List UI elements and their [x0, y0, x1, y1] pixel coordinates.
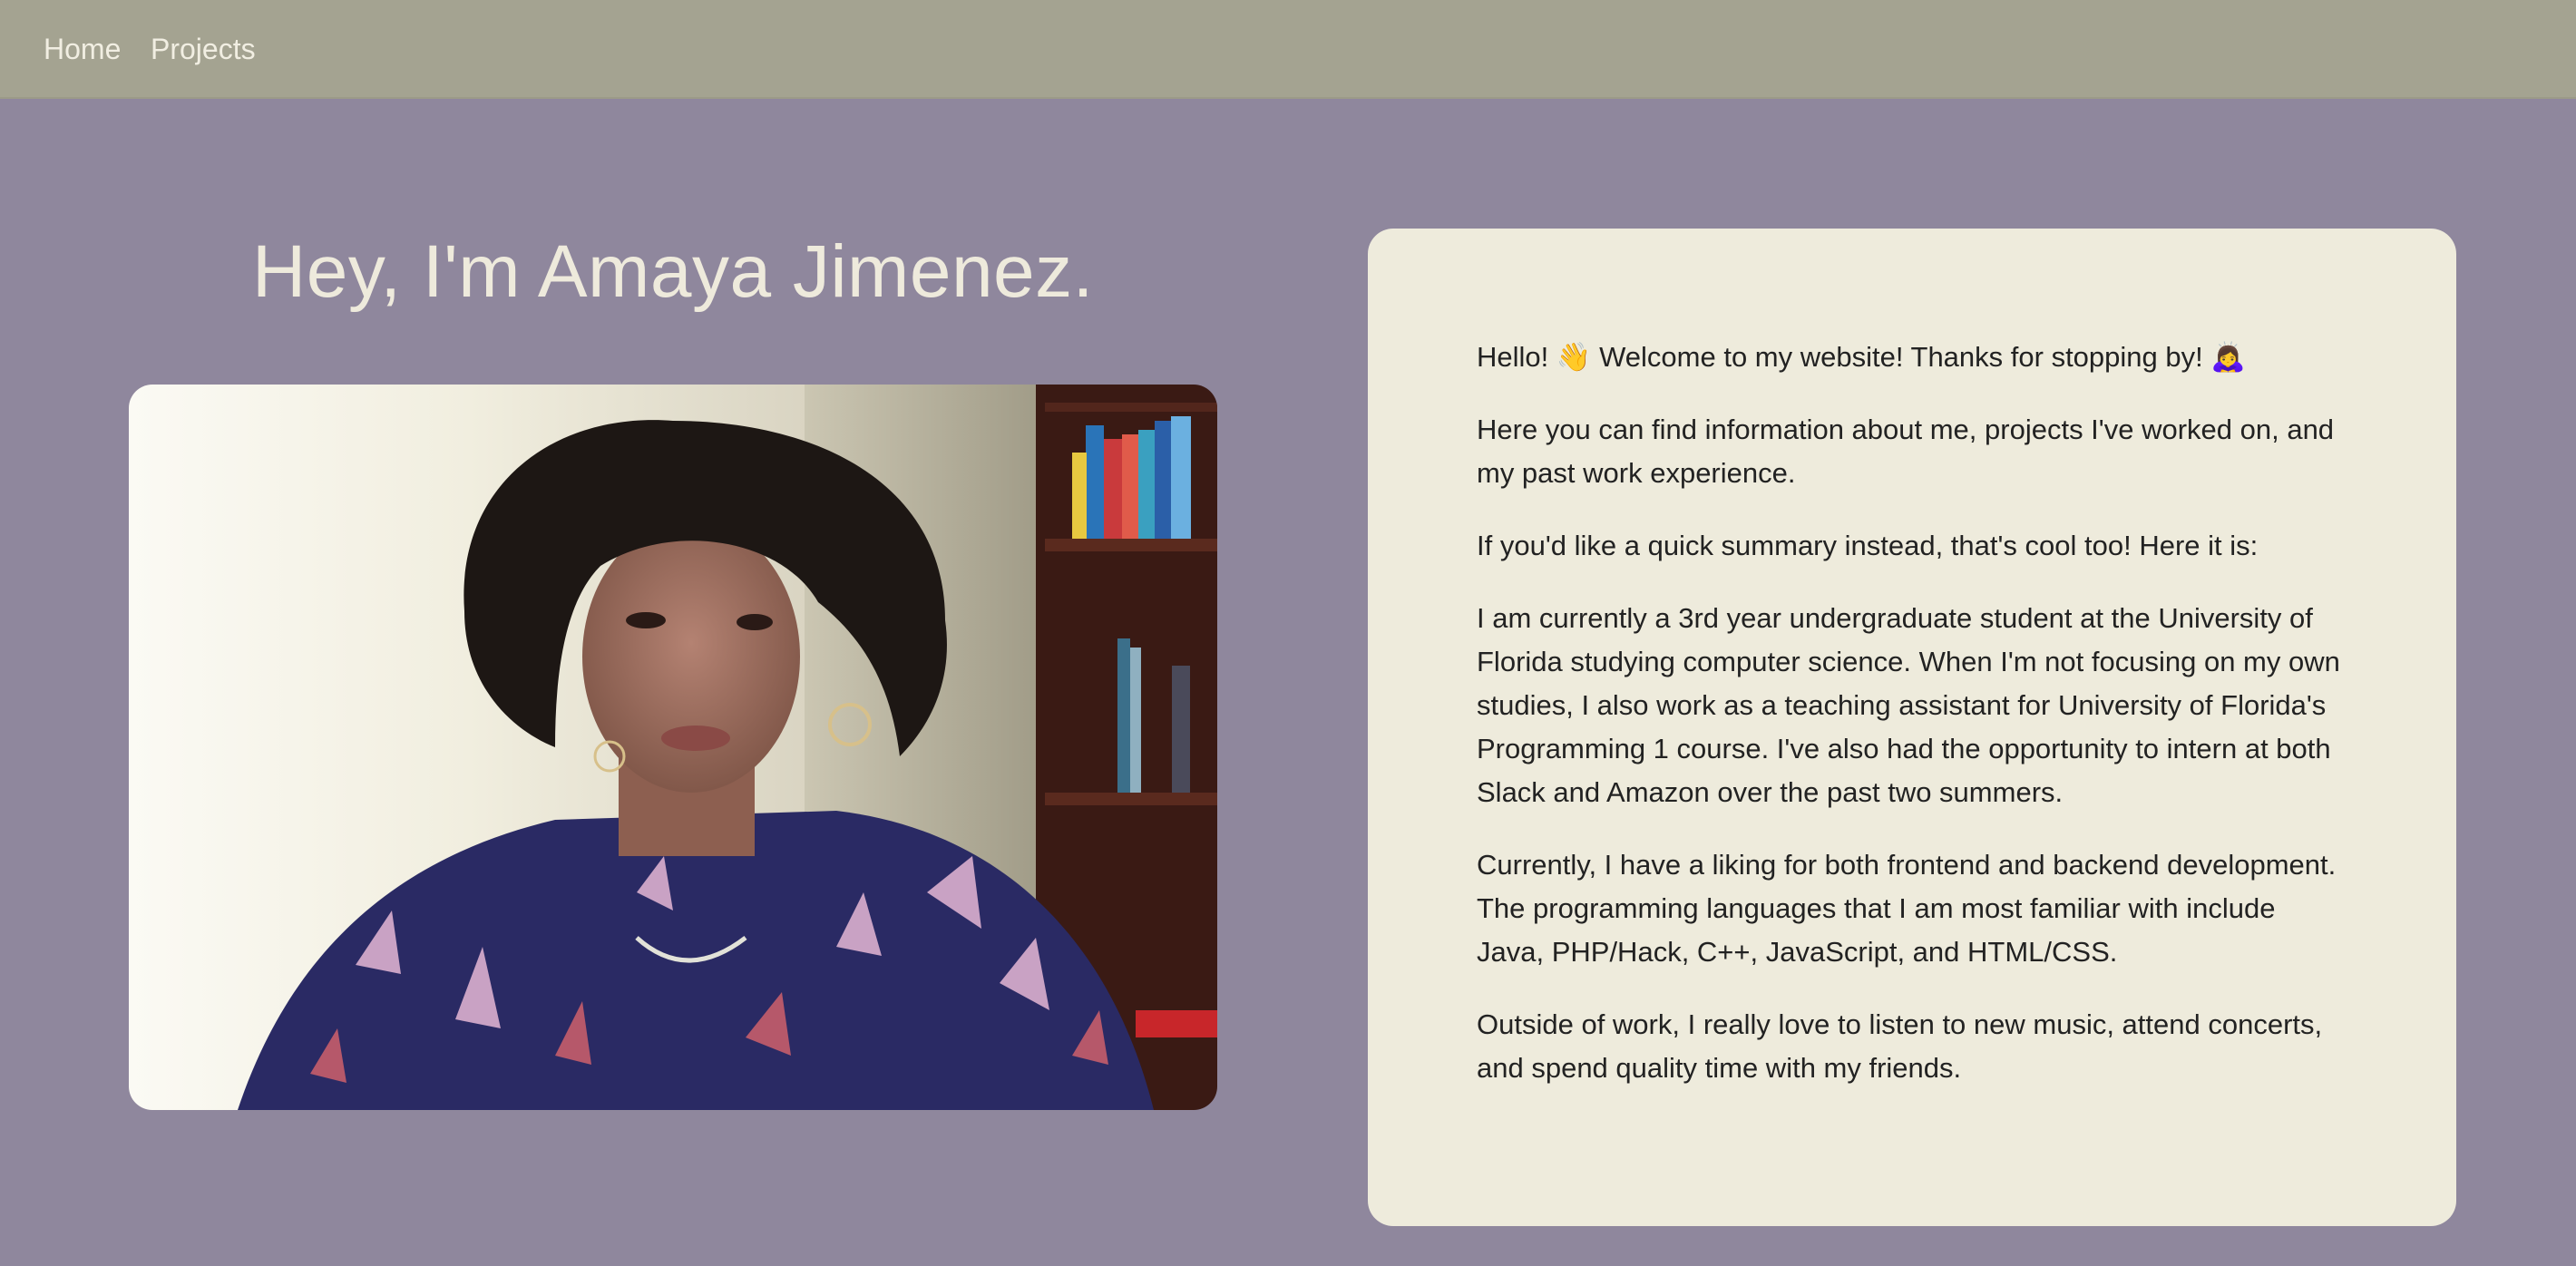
top-navbar: Home Projects	[0, 0, 2576, 99]
skills-paragraph: Currently, I have a liking for both fron…	[1477, 849, 2337, 968]
about-card: Hello! 👋 Welcome to my website! Thanks f…	[1368, 229, 2456, 1226]
hobbies-paragraph: Outside of work, I really love to listen…	[1477, 1008, 2323, 1084]
intro-paragraph: Here you can find information about me, …	[1477, 414, 2335, 489]
education-paragraph: I am currently a 3rd year undergraduate …	[1477, 602, 2340, 808]
page-title: Hey, I'm Amaya Jimenez.	[252, 230, 1094, 313]
nav-link-projects[interactable]: Projects	[151, 29, 256, 69]
greeting-paragraph: Hello! 👋 Welcome to my website! Thanks f…	[1477, 341, 2246, 373]
profile-photo	[129, 385, 1217, 1110]
summary-lead-paragraph: If you'd like a quick summary instead, t…	[1477, 530, 2259, 561]
nav-link-home[interactable]: Home	[44, 29, 121, 69]
